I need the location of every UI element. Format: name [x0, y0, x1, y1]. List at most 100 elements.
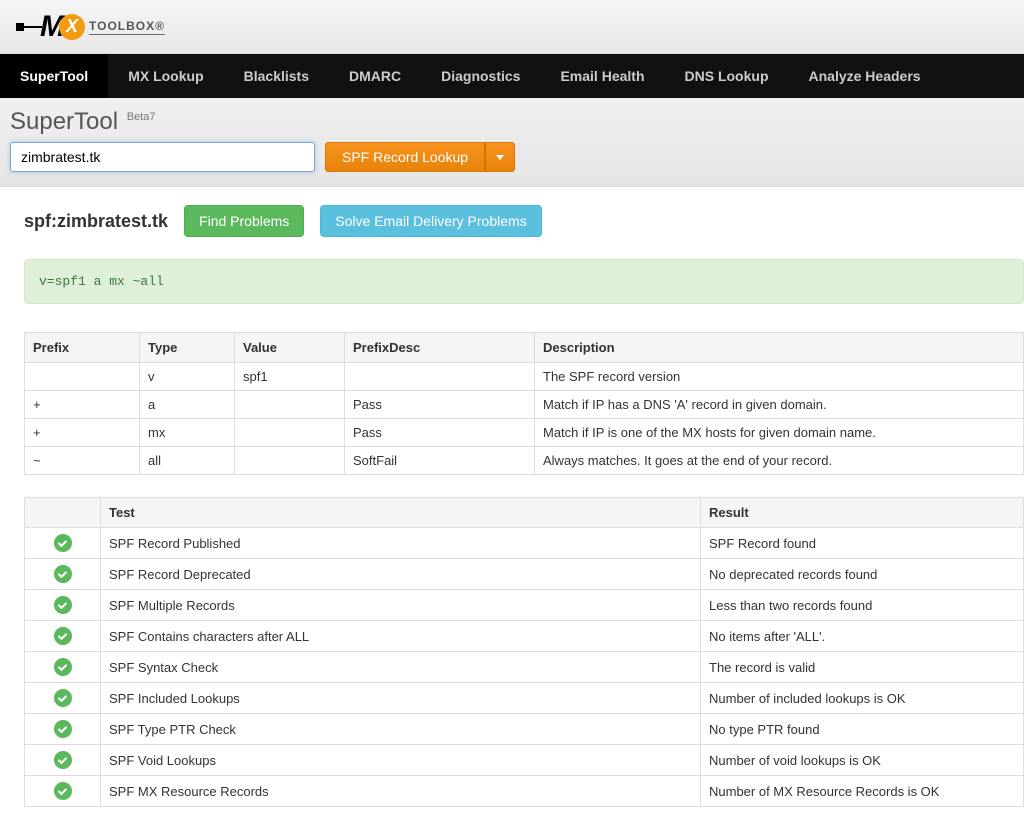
status-cell: [25, 714, 101, 745]
result-cell: Number of void lookups is OK: [701, 745, 1024, 776]
nav-item-diagnostics[interactable]: Diagnostics: [421, 54, 540, 98]
table-cell: [235, 447, 345, 475]
tool-title-text: SuperTool: [10, 108, 118, 135]
tool-header: SuperTool Beta7 SPF Record Lookup: [0, 98, 1024, 187]
nav-item-supertool[interactable]: SuperTool: [0, 54, 108, 98]
check-icon: [54, 689, 72, 707]
table-cell: ~: [25, 447, 140, 475]
table-cell: Match if IP has a DNS 'A' record in give…: [535, 391, 1024, 419]
table-row: vspf1 The SPF record version: [25, 363, 1024, 391]
status-cell: [25, 621, 101, 652]
main-nav: SuperToolMX LookupBlacklistsDMARCDiagnos…: [0, 54, 1024, 98]
find-problems-button[interactable]: Find Problems: [184, 205, 304, 237]
table-row: SPF Type PTR CheckNo type PTR found: [25, 714, 1024, 745]
table-cell: +: [25, 391, 140, 419]
column-header: Value: [235, 333, 345, 363]
table-cell: [345, 363, 535, 391]
result-cell: Number of MX Resource Records is OK: [701, 776, 1024, 807]
table-cell: The SPF record version: [535, 363, 1024, 391]
check-icon: [54, 658, 72, 676]
lookup-dropdown-button[interactable]: [485, 142, 515, 172]
check-icon: [54, 627, 72, 645]
caret-down-icon: [496, 155, 504, 160]
result-cell: The record is valid: [701, 652, 1024, 683]
logo-arrow-icon: [20, 26, 42, 28]
test-name-cell: SPF Type PTR Check: [101, 714, 701, 745]
result-cell: SPF Record found: [701, 528, 1024, 559]
table-row: SPF Record DeprecatedNo deprecated recor…: [25, 559, 1024, 590]
column-header: Type: [140, 333, 235, 363]
table-cell: [25, 363, 140, 391]
logo[interactable]: M X TOOLBOX®: [20, 7, 165, 47]
test-name-cell: SPF Record Published: [101, 528, 701, 559]
column-header: [25, 498, 101, 528]
status-cell: [25, 559, 101, 590]
column-header: Result: [701, 498, 1024, 528]
result-cell: No items after 'ALL'.: [701, 621, 1024, 652]
nav-item-analyze-headers[interactable]: Analyze Headers: [789, 54, 941, 98]
check-icon: [54, 720, 72, 738]
test-name-cell: SPF MX Resource Records: [101, 776, 701, 807]
result-cell: No type PTR found: [701, 714, 1024, 745]
nav-item-dmarc[interactable]: DMARC: [329, 54, 421, 98]
logo-toolbox-text: TOOLBOX®: [89, 19, 165, 35]
table-cell: Pass: [345, 391, 535, 419]
nav-item-dns-lookup[interactable]: DNS Lookup: [665, 54, 789, 98]
test-name-cell: SPF Included Lookups: [101, 683, 701, 714]
test-name-cell: SPF Record Deprecated: [101, 559, 701, 590]
beta-label: Beta7: [127, 111, 156, 123]
column-header: Prefix: [25, 333, 140, 363]
table-cell: SoftFail: [345, 447, 535, 475]
table-row: +a PassMatch if IP has a DNS 'A' record i…: [25, 391, 1024, 419]
table-row: SPF Multiple RecordsLess than two record…: [25, 590, 1024, 621]
check-icon: [54, 565, 72, 583]
test-name-cell: SPF Multiple Records: [101, 590, 701, 621]
spf-record-string: v=spf1 a mx ~all: [24, 259, 1024, 304]
check-icon: [54, 596, 72, 614]
table-cell: +: [25, 419, 140, 447]
table-cell: all: [140, 447, 235, 475]
status-cell: [25, 776, 101, 807]
nav-item-blacklists[interactable]: Blacklists: [224, 54, 329, 98]
table-cell: Match if IP is one of the MX hosts for g…: [535, 419, 1024, 447]
check-icon: [54, 534, 72, 552]
top-bar: M X TOOLBOX®: [0, 0, 1024, 54]
table-row: SPF MX Resource RecordsNumber of MX Reso…: [25, 776, 1024, 807]
table-row: SPF Contains characters after ALLNo item…: [25, 621, 1024, 652]
nav-item-email-health[interactable]: Email Health: [540, 54, 664, 98]
table-cell: Always matches. It goes at the end of yo…: [535, 447, 1024, 475]
result-title: spf:zimbratest.tk: [24, 211, 168, 232]
nav-item-mx-lookup[interactable]: MX Lookup: [108, 54, 223, 98]
logo-x-badge: X: [59, 14, 85, 40]
status-cell: [25, 528, 101, 559]
table-cell: mx: [140, 419, 235, 447]
content-area: spf:zimbratest.tk Find Problems Solve Em…: [0, 187, 1024, 807]
status-cell: [25, 683, 101, 714]
table-row: +mx PassMatch if IP is one of the MX host…: [25, 419, 1024, 447]
test-table: TestResult SPF Record PublishedSPF Recor…: [24, 497, 1024, 807]
check-icon: [54, 751, 72, 769]
check-icon: [54, 782, 72, 800]
result-cell: Less than two records found: [701, 590, 1024, 621]
lookup-button[interactable]: SPF Record Lookup: [325, 142, 485, 172]
table-row: SPF Included LookupsNumber of included l…: [25, 683, 1024, 714]
table-row: ~all SoftFailAlways matches. It goes at t…: [25, 447, 1024, 475]
test-name-cell: SPF Syntax Check: [101, 652, 701, 683]
test-name-cell: SPF Contains characters after ALL: [101, 621, 701, 652]
solve-problems-button[interactable]: Solve Email Delivery Problems: [320, 205, 541, 237]
prefix-table: PrefixTypeValuePrefixDescDescription vsp…: [24, 332, 1024, 475]
table-row: SPF Void LookupsNumber of void lookups i…: [25, 745, 1024, 776]
table-row: SPF Syntax CheckThe record is valid: [25, 652, 1024, 683]
table-cell: Pass: [345, 419, 535, 447]
status-cell: [25, 590, 101, 621]
table-cell: v: [140, 363, 235, 391]
table-row: SPF Record PublishedSPF Record found: [25, 528, 1024, 559]
result-cell: Number of included lookups is OK: [701, 683, 1024, 714]
page-title: SuperTool Beta7: [10, 108, 1008, 136]
table-cell: spf1: [235, 363, 345, 391]
test-name-cell: SPF Void Lookups: [101, 745, 701, 776]
table-cell: a: [140, 391, 235, 419]
domain-input[interactable]: [10, 142, 315, 172]
column-header: Description: [535, 333, 1024, 363]
table-cell: [235, 419, 345, 447]
